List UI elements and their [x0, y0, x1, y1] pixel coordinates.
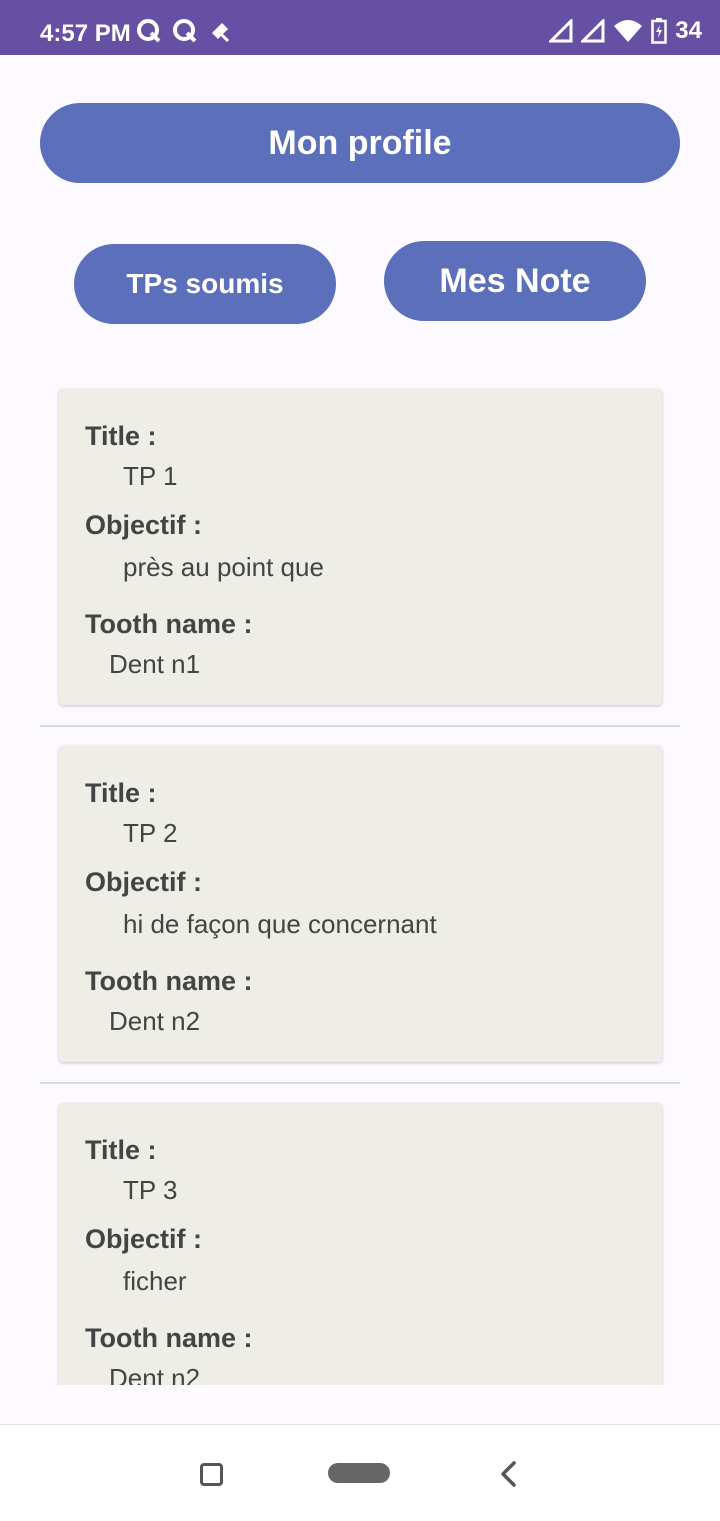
- list-divider: [40, 1082, 680, 1084]
- title-label: Title :: [85, 778, 157, 808]
- tp-card[interactable]: Title : TP 3 Objectif : ficher Tooth nam…: [59, 1103, 662, 1385]
- notification-app-icon: [137, 19, 161, 43]
- list-divider: [40, 725, 680, 727]
- navigation-bar: [0, 1424, 720, 1521]
- tp-title: TP 1: [123, 461, 178, 491]
- signal-icon: [549, 19, 573, 43]
- status-time: 4:57 PM: [40, 20, 131, 47]
- objectif-label: Objectif :: [85, 510, 203, 540]
- tp-objectif: hi de façon que concernant: [123, 909, 437, 939]
- status-bar: 4:57 PM 34: [0, 0, 720, 55]
- objectif-label: Objectif :: [85, 1224, 203, 1254]
- tooth-name-label: Tooth name :: [85, 609, 253, 639]
- notification-tool-icon: [212, 23, 230, 43]
- back-button[interactable]: [496, 1459, 520, 1489]
- list-item[interactable]: Title : TP 3 Objectif : ficher Tooth nam…: [0, 1103, 720, 1385]
- tooth-name-label: Tooth name :: [85, 1323, 253, 1353]
- wifi-icon: [614, 20, 643, 42]
- recents-button[interactable]: [200, 1463, 223, 1486]
- tp-list[interactable]: Title : TP 1 Objectif : près au point qu…: [0, 389, 720, 1385]
- notification-icons: [136, 16, 232, 46]
- tp-tooth-name: Dent n2: [109, 1363, 201, 1385]
- tp-title: TP 2: [123, 818, 178, 848]
- objectif-label: Objectif :: [85, 867, 203, 897]
- battery-level: 34: [675, 17, 702, 44]
- list-item[interactable]: Title : TP 2 Objectif : hi de façon que …: [0, 746, 720, 1103]
- tp-objectif: près au point que: [123, 552, 324, 582]
- notification-app-icon: [173, 19, 197, 43]
- battery-icon: [651, 18, 668, 44]
- signal-icon: [581, 19, 605, 43]
- title-label: Title :: [85, 421, 157, 451]
- tp-title: TP 3: [123, 1175, 178, 1205]
- profile-button[interactable]: Mon profile: [40, 103, 680, 183]
- title-label: Title :: [85, 1135, 157, 1165]
- tp-card[interactable]: Title : TP 2 Objectif : hi de façon que …: [59, 746, 662, 1062]
- tp-objectif: ficher: [123, 1266, 187, 1296]
- tp-tooth-name: Dent n2: [109, 1006, 201, 1036]
- tp-card[interactable]: Title : TP 1 Objectif : près au point qu…: [59, 389, 662, 705]
- status-indicators: 34: [549, 16, 702, 46]
- home-button[interactable]: [328, 1463, 390, 1483]
- tooth-name-label: Tooth name :: [85, 966, 253, 996]
- main-content: Mon profile TPs soumis Mes Note Title : …: [0, 55, 720, 1385]
- list-item[interactable]: Title : TP 1 Objectif : près au point qu…: [0, 389, 720, 746]
- submitted-tps-button[interactable]: TPs soumis: [74, 244, 336, 324]
- my-notes-button[interactable]: Mes Note: [384, 241, 646, 321]
- tp-tooth-name: Dent n1: [109, 649, 201, 679]
